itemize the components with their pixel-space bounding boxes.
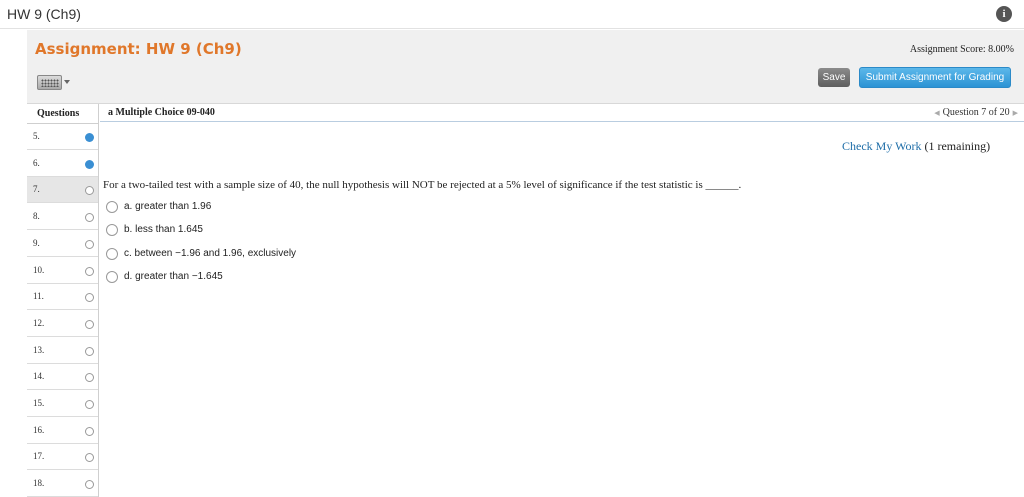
answer-option-label: a. greater than 1.96 <box>124 201 212 212</box>
assignment-score: Assignment Score: 8.00% <box>909 44 1014 55</box>
question-list: 5. 6. 7. 8. 9. 10. 11. 12. 13. 14. 15. 16. 17. 18. <box>27 124 99 497</box>
sidebar-question-item[interactable]: 5. <box>27 124 98 150</box>
sidebar-question-item[interactable]: 16. <box>27 418 98 444</box>
radio-button[interactable] <box>106 224 118 237</box>
answer-option[interactable]: b. less than 1.645 <box>106 224 366 238</box>
question-position: Question 7 of 20 <box>942 107 1010 118</box>
answer-option[interactable]: d. greater than −1.645 <box>106 270 366 285</box>
unanswered-dot-icon <box>85 239 94 249</box>
unanswered-dot-icon <box>85 266 94 276</box>
info-icon[interactable]: i <box>996 6 1012 22</box>
sidebar-question-item[interactable]: 15. <box>27 391 98 417</box>
answer-option-label: d. greater than −1.645 <box>124 270 223 282</box>
question-number: 8. <box>33 211 40 222</box>
sidebar-question-item[interactable]: 10. <box>27 258 98 284</box>
radio-button[interactable] <box>106 201 118 213</box>
question-number: 11. <box>33 291 44 302</box>
answer-option-label: c. between −1.96 and 1.96, exclusively <box>124 247 297 259</box>
answer-option-label: b. less than 1.645 <box>124 224 203 236</box>
check-my-work-link[interactable]: Check My Work <box>842 139 921 153</box>
triangle-left-icon[interactable]: ◀ <box>934 109 939 117</box>
sidebar-question-item[interactable]: 11. <box>27 284 98 311</box>
question-number: 7. <box>33 184 40 195</box>
triangle-right-icon[interactable]: ▶ <box>1013 109 1018 117</box>
unanswered-dot-icon <box>85 453 94 463</box>
question-number: 17. <box>33 451 45 462</box>
question-number: 14. <box>33 371 45 382</box>
question-nav: ◀ Question 7 of 20 ▶ <box>934 107 1018 118</box>
assignment-header: Assignment: HW 9 (Ch9) Assignment Score:… <box>27 30 1024 104</box>
question-number: 5. <box>33 131 40 141</box>
unanswered-dot-icon <box>85 400 94 409</box>
unanswered-dot-icon <box>85 293 94 303</box>
radio-button[interactable] <box>106 247 118 260</box>
sidebar-question-item[interactable]: 17. <box>27 444 98 471</box>
question-number: 6. <box>33 157 40 168</box>
question-number: 13. <box>33 344 45 355</box>
sidebar-question-item[interactable]: 18. <box>27 471 98 497</box>
question-number: 12. <box>33 317 45 328</box>
check-my-work-remaining: (1 remaining) <box>924 139 991 153</box>
unanswered-dot-icon <box>85 480 94 490</box>
submit-assignment-button[interactable]: Submit Assignment for Grading <box>859 67 1011 88</box>
answer-option[interactable]: a. greater than 1.96 <box>106 201 366 215</box>
unanswered-dot-icon <box>85 426 94 436</box>
save-button[interactable]: Save <box>818 68 850 87</box>
unanswered-dot-icon <box>85 213 94 223</box>
unanswered-dot-icon <box>85 373 94 383</box>
question-text: For a two-tailed test with a sample size… <box>103 179 742 191</box>
check-my-work: Check My Work (1 remaining) <box>842 139 990 154</box>
question-number: 18. <box>33 478 45 489</box>
question-header: a Multiple Choice 09-040 ◀ Question 7 of … <box>100 104 1024 122</box>
question-number: 10. <box>33 264 45 275</box>
keyboard-keys <box>41 79 59 87</box>
question-number: 9. <box>33 237 40 248</box>
sidebar-question-item[interactable]: 14. <box>27 364 98 391</box>
questions-header: Questions <box>27 104 99 124</box>
unanswered-dot-icon <box>85 346 94 356</box>
sidebar-question-item[interactable]: 7. <box>27 177 98 204</box>
question-number: 16. <box>33 424 45 435</box>
answered-dot-icon <box>85 133 94 142</box>
chevron-down-icon <box>64 80 70 84</box>
assignment-title: Assignment: HW 9 (Ch9) <box>35 40 242 58</box>
sidebar-question-item[interactable]: 9. <box>27 231 98 257</box>
sidebar-question-item[interactable]: 13. <box>27 338 98 364</box>
window-title-bar: HW 9 (Ch9) i <box>0 0 1024 29</box>
answer-option[interactable]: c. between −1.96 and 1.96, exclusively <box>106 247 366 262</box>
questions-header-label: Questions <box>37 108 80 119</box>
sidebar-question-item[interactable]: 6. <box>27 151 98 177</box>
answered-dot-icon <box>85 159 94 169</box>
radio-button[interactable] <box>106 270 118 283</box>
unanswered-dot-icon <box>85 319 94 329</box>
sidebar-question-item[interactable]: 12. <box>27 311 98 337</box>
keyboard-body <box>37 75 62 90</box>
keyboard-icon[interactable] <box>37 71 71 93</box>
unanswered-dot-icon <box>85 186 94 196</box>
question-id: a Multiple Choice 09-040 <box>108 107 215 118</box>
window-title: HW 9 (Ch9) <box>7 6 81 22</box>
question-number: 15. <box>33 398 45 408</box>
sidebar-question-item[interactable]: 8. <box>27 204 98 231</box>
